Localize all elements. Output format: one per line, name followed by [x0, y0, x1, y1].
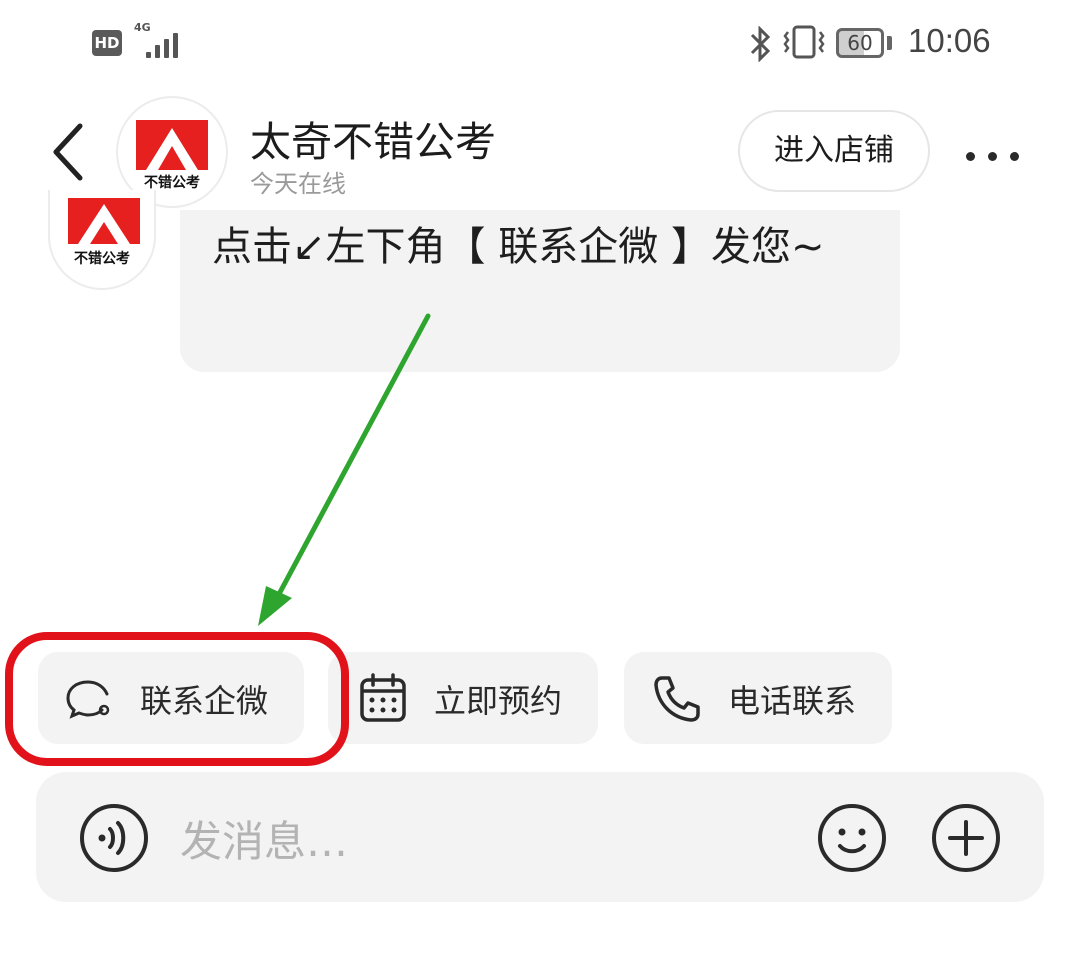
- logo-text: 不错公考: [74, 251, 130, 267]
- more-options-icon[interactable]: [966, 146, 1032, 165]
- message-input[interactable]: 发消息…: [180, 808, 348, 869]
- message-avatar[interactable]: 不错公考: [48, 190, 156, 290]
- vibrate-icon: [783, 25, 825, 59]
- enter-shop-button[interactable]: 进入店铺: [738, 110, 930, 192]
- quick-action-label: 立即预约: [434, 682, 563, 720]
- phone-icon: [654, 676, 700, 722]
- emoji-icon[interactable]: [816, 802, 888, 874]
- logo-text: 不错公考: [144, 175, 200, 191]
- message-text: 点击↙左下角【 联系企微 】发您~: [212, 224, 825, 270]
- clock: 10:06: [908, 22, 991, 59]
- plus-icon[interactable]: [930, 802, 1002, 874]
- calendar-icon: [360, 673, 406, 722]
- hd-badge: HD: [92, 30, 122, 56]
- message-bubble[interactable]: 点击↙左下角【 联系企微 】发您~: [180, 210, 900, 372]
- battery-tip: [887, 36, 892, 50]
- logo-k-shape: [146, 128, 198, 170]
- book-now-button[interactable]: 立即预约: [328, 652, 598, 744]
- logo-mark: [68, 198, 140, 244]
- online-status: 今天在线: [250, 170, 346, 198]
- battery-icon: 60: [836, 28, 884, 58]
- quick-action-label: 电话联系: [728, 682, 857, 720]
- back-arrow-icon[interactable]: [46, 120, 90, 184]
- status-bar: HD 4G 60 10:06: [0, 0, 1080, 88]
- signal-icon: [146, 28, 186, 58]
- annotation-highlight-ring: [5, 632, 349, 766]
- phone-contact-button[interactable]: 电话联系: [624, 652, 892, 744]
- shop-name: 太奇不错公考: [250, 118, 496, 166]
- bluetooth-icon: [750, 26, 771, 62]
- voice-icon[interactable]: [78, 802, 150, 874]
